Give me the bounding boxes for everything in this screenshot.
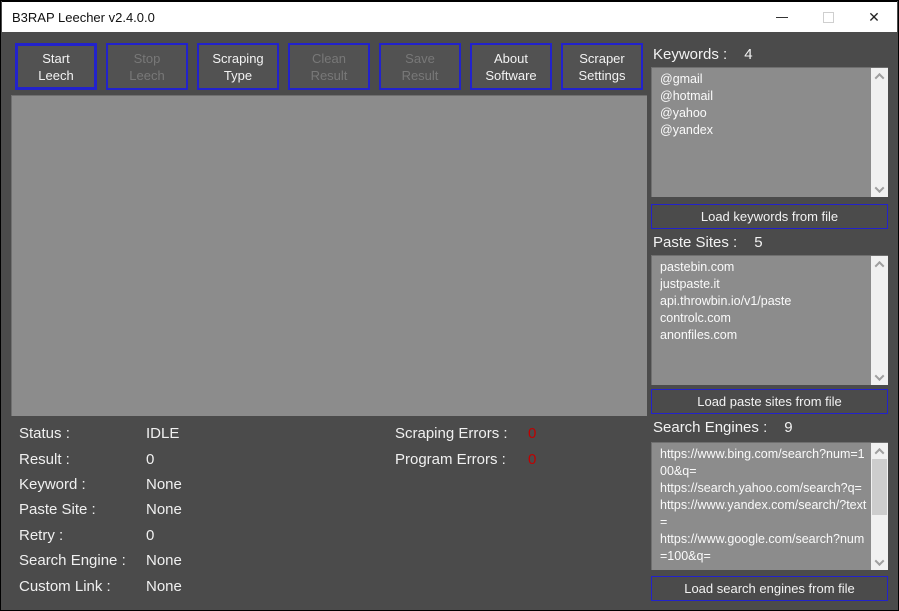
window-title: B3RAP Leecher v2.4.0.0 (2, 10, 155, 25)
scroll-up-icon[interactable] (871, 443, 888, 459)
result-label: Result : (19, 451, 70, 468)
paste-sites-header: Paste Sites : 5 (653, 234, 763, 251)
status-value: IDLE (146, 425, 179, 442)
keywords-count: 4 (744, 46, 752, 63)
scroll-down-icon[interactable] (871, 369, 888, 385)
minimize-button[interactable] (759, 2, 805, 32)
close-button[interactable]: ✕ (851, 2, 897, 32)
titlebar[interactable]: B3RAP Leecher v2.4.0.0 ✕ (2, 1, 897, 32)
scroll-down-icon[interactable] (871, 554, 888, 570)
search-engine-item[interactable]: https://www.yandex.com/search/?text= (660, 497, 871, 531)
paste-site-item[interactable]: pastebin.com (660, 259, 871, 276)
load-search-engines-button[interactable]: Load search engines from file (651, 576, 888, 601)
custom-link-value: None (146, 578, 182, 595)
search-engines-label: Search Engines : (653, 419, 767, 436)
app-window: B3RAP Leecher v2.4.0.0 ✕ Start Leech Sto… (0, 0, 899, 611)
keyword-item[interactable]: @hotmail (660, 88, 871, 105)
search-engine-item[interactable]: https://www.bing.com/search?num=100&q= (660, 446, 871, 480)
close-icon: ✕ (868, 10, 880, 24)
save-result-button[interactable]: Save Result (379, 43, 461, 90)
window-controls: ✕ (759, 2, 897, 32)
scroll-up-icon[interactable] (871, 68, 888, 84)
search-engine-item[interactable]: https://www.google.com/search?num=100&q= (660, 531, 871, 565)
paste-sites-count: 5 (754, 234, 762, 251)
keywords-header: Keywords : 4 (653, 46, 753, 63)
program-errors-row: Program Errors : 0 (395, 451, 645, 471)
search-engine-item[interactable]: https://search.yahoo.com/search?q= (660, 480, 871, 497)
search-engines-header: Search Engines : 9 (653, 419, 793, 436)
stop-leech-button[interactable]: Stop Leech (106, 43, 188, 90)
search-engines-listbox[interactable]: https://www.bing.com/search?num=100&q= h… (651, 442, 888, 570)
status-label: Status : (19, 425, 70, 442)
about-software-button[interactable]: About Software (470, 43, 552, 90)
paste-sites-listbox[interactable]: pastebin.com justpaste.it api.throwbin.i… (651, 255, 888, 385)
scraper-settings-button[interactable]: Scraper Settings (561, 43, 643, 90)
program-errors-value: 0 (528, 451, 536, 468)
retry-row: Retry : 0 (19, 527, 319, 547)
minimize-icon (776, 17, 788, 18)
retry-value: 0 (146, 527, 154, 544)
scraping-errors-value: 0 (528, 425, 536, 442)
keyword-value: None (146, 476, 182, 493)
paste-sites-scrollbar[interactable] (871, 256, 888, 385)
scraping-errors-row: Scraping Errors : 0 (395, 425, 645, 445)
search-engines-count: 9 (784, 419, 792, 436)
keyword-item[interactable]: @gmail (660, 71, 871, 88)
maximize-icon (823, 12, 834, 23)
paste-site-value: None (146, 501, 182, 518)
paste-site-item[interactable]: anonfiles.com (660, 327, 871, 344)
start-leech-button[interactable]: Start Leech (15, 43, 97, 90)
keywords-label: Keywords : (653, 46, 727, 63)
search-engine-value: None (146, 552, 182, 569)
keyword-label: Keyword : (19, 476, 86, 493)
paste-site-item[interactable]: api.throwbin.io/v1/paste (660, 293, 871, 310)
keywords-scrollbar[interactable] (871, 68, 888, 197)
keyword-item[interactable]: @yandex (660, 122, 871, 139)
scraping-errors-label: Scraping Errors : (395, 425, 508, 442)
keywords-listbox[interactable]: @gmail @hotmail @yahoo @yandex (651, 67, 888, 197)
program-errors-label: Program Errors : (395, 451, 506, 468)
load-keywords-button[interactable]: Load keywords from file (651, 204, 888, 229)
retry-label: Retry : (19, 527, 63, 544)
search-engine-row: Search Engine : None (19, 552, 319, 572)
paste-site-item[interactable]: controlc.com (660, 310, 871, 327)
scraping-type-button[interactable]: Scraping Type (197, 43, 279, 90)
keyword-row: Keyword : None (19, 476, 319, 496)
scroll-up-icon[interactable] (871, 256, 888, 272)
output-textarea[interactable] (11, 95, 647, 416)
paste-site-item[interactable]: justpaste.it (660, 276, 871, 293)
status-row: Status : IDLE (19, 425, 319, 445)
search-engines-scrollbar[interactable] (871, 443, 888, 570)
scroll-down-icon[interactable] (871, 181, 888, 197)
paste-site-row: Paste Site : None (19, 501, 319, 521)
scrollbar-thumb[interactable] (872, 459, 887, 515)
load-paste-sites-button[interactable]: Load paste sites from file (651, 389, 888, 414)
custom-link-label: Custom Link : (19, 578, 111, 595)
paste-sites-label: Paste Sites : (653, 234, 737, 251)
result-value: 0 (146, 451, 154, 468)
result-row: Result : 0 (19, 451, 319, 471)
custom-link-row: Custom Link : None (19, 578, 319, 598)
maximize-button[interactable] (805, 2, 851, 32)
keyword-item[interactable]: @yahoo (660, 105, 871, 122)
clean-result-button[interactable]: Clean Result (288, 43, 370, 90)
search-engine-label: Search Engine : (19, 552, 126, 569)
paste-site-label: Paste Site : (19, 501, 96, 518)
